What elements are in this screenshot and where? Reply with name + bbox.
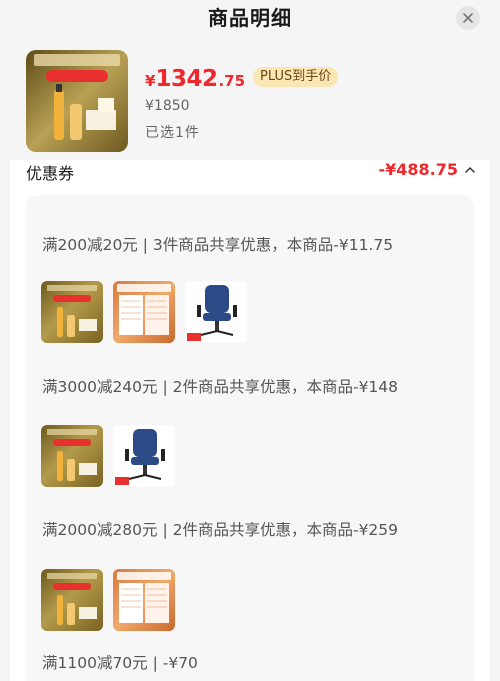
- product-summary: ¥ 1342 .75 PLUS到手价 ¥1850 已选1件: [0, 36, 500, 160]
- price-currency: ¥: [145, 72, 156, 90]
- price-decimal: .75: [218, 72, 246, 90]
- coupon-rule-4: 满1100减70元 | -¥70: [42, 654, 198, 672]
- serum-image: [47, 429, 97, 481]
- coupon-header[interactable]: 优惠券 -¥488.75: [26, 160, 476, 183]
- serum-product-thumb[interactable]: [41, 281, 103, 343]
- product-detail-sheet: 商品明细 ¥ 1342 .75 PLUS到手价 ¥1850 已选1件 优惠券 -…: [0, 0, 500, 681]
- office-chair-image: [187, 285, 237, 341]
- paper-product-thumb[interactable]: [113, 569, 175, 631]
- chair-product-thumb[interactable]: [113, 425, 175, 487]
- coupon-list: 满200减20元 | 3件商品共享优惠，本商品-¥11.75 满3000减240…: [26, 195, 474, 681]
- coupon-rule-3-products: [41, 569, 175, 631]
- coupon-rule-3: 满2000减280元 | 2件商品共享优惠，本商品-¥259: [42, 521, 399, 539]
- serum-product-thumb[interactable]: [41, 569, 103, 631]
- plus-price-badge: PLUS到手价: [253, 67, 339, 87]
- coupon-rule-2: 满3000减240元 | 2件商品共享优惠，本商品-¥148: [42, 378, 399, 396]
- office-chair-image: [115, 429, 165, 485]
- coupon-rule-2-products: [41, 425, 175, 487]
- close-icon: [463, 13, 473, 23]
- coupon-title: 优惠券: [26, 164, 75, 183]
- price-integer: 1342: [155, 66, 218, 92]
- page-title: 商品明细: [208, 6, 292, 30]
- selected-quantity: 已选1件: [145, 125, 200, 141]
- chair-product-thumb[interactable]: [185, 281, 247, 343]
- plus-price: ¥ 1342 .75 PLUS到手价: [145, 66, 339, 92]
- paper-image: [117, 284, 171, 335]
- original-price: ¥1850: [145, 98, 190, 114]
- coupon-total-discount: -¥488.75: [378, 160, 476, 179]
- serum-image: [47, 285, 97, 337]
- coupon-amount-value: -¥488.75: [378, 160, 458, 179]
- paper-image: [117, 572, 171, 623]
- chevron-up-icon[interactable]: [464, 164, 476, 176]
- product-thumbnail[interactable]: [26, 50, 128, 152]
- coupon-rule-1-products: [41, 281, 247, 343]
- coupon-rule-1: 满200减20元 | 3件商品共享优惠，本商品-¥11.75: [42, 236, 394, 254]
- serum-image: [47, 573, 97, 625]
- serum-product-image: [26, 50, 128, 152]
- close-button[interactable]: [456, 6, 480, 30]
- sheet-header: 商品明细: [0, 0, 500, 36]
- paper-product-thumb[interactable]: [113, 281, 175, 343]
- serum-product-thumb[interactable]: [41, 425, 103, 487]
